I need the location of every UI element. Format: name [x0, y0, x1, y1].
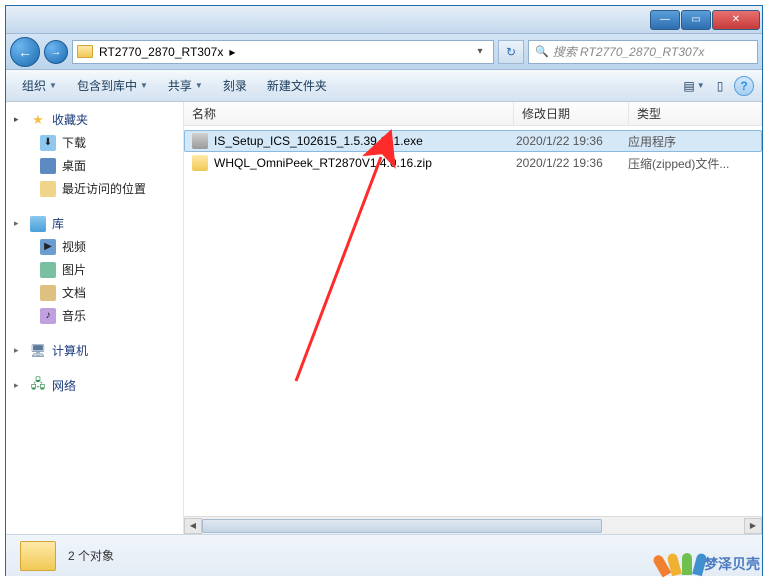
view-options-button[interactable]: ▤▼ [682, 75, 706, 97]
share-menu[interactable]: 共享▼ [160, 74, 211, 97]
path-separator: ▸ [229, 45, 235, 59]
column-name[interactable]: 名称 [184, 102, 514, 125]
titlebar: — ▭ ✕ [6, 6, 762, 34]
music-icon: ♪ [40, 308, 56, 324]
sidebar-item-downloads[interactable]: ⬇下载 [14, 131, 183, 154]
file-type: 压缩(zipped)文件... [628, 155, 762, 172]
folder-icon [20, 541, 56, 571]
column-type[interactable]: 类型 [629, 102, 762, 125]
address-dropdown[interactable]: ▾ [471, 46, 489, 57]
file-date: 2020/1/22 19:36 [516, 156, 628, 170]
document-icon [40, 285, 56, 301]
expand-icon: ▸ [14, 345, 24, 356]
help-button[interactable]: ? [734, 76, 754, 96]
back-button[interactable]: ← [10, 37, 40, 67]
include-in-library-menu[interactable]: 包含到库中▼ [69, 74, 156, 97]
content-pane: 名称 修改日期 类型 IS_Setup_ICS_102615_1.5.39.16… [184, 102, 762, 534]
scroll-thumb[interactable] [202, 519, 602, 533]
item-count-label: 2 个对象 [68, 547, 114, 564]
expand-icon: ▸ [14, 218, 24, 229]
horizontal-scrollbar[interactable]: ◀ ▶ [184, 516, 762, 534]
path-text: RT2770_2870_RT307x [99, 45, 223, 59]
search-input[interactable]: 搜索 RT2770_2870_RT307x [528, 40, 758, 64]
burn-button[interactable]: 刻录 [215, 74, 255, 97]
toolbar: 组织▼ 包含到库中▼ 共享▼ 刻录 新建文件夹 ▤▼ ▯ ? [6, 70, 762, 102]
maximize-button[interactable]: ▭ [681, 10, 711, 30]
file-list[interactable]: IS_Setup_ICS_102615_1.5.39.161.exe2020/1… [184, 126, 762, 178]
expand-icon: ▸ [14, 114, 24, 125]
sidebar-item-documents[interactable]: 文档 [14, 281, 183, 304]
watermark-text: 梦泽贝壳 [704, 554, 760, 574]
explorer-window: — ▭ ✕ ← → RT2770_2870_RT307x ▸ ▾ ↻ 搜索 RT… [5, 5, 763, 576]
new-folder-button[interactable]: 新建文件夹 [259, 74, 335, 97]
organize-menu[interactable]: 组织▼ [14, 74, 65, 97]
scroll-right-button[interactable]: ▶ [744, 518, 762, 534]
details-pane: 2 个对象 [6, 534, 762, 576]
column-date[interactable]: 修改日期 [514, 102, 629, 125]
file-name: IS_Setup_ICS_102615_1.5.39.161.exe [214, 134, 516, 148]
minimize-button[interactable]: — [650, 10, 680, 30]
watermark-logo-icon [662, 553, 702, 575]
sidebar-item-videos[interactable]: ▶视频 [14, 235, 183, 258]
picture-icon [40, 262, 56, 278]
download-icon: ⬇ [40, 135, 56, 151]
body-area: ▸ ★ 收藏夹 ⬇下载 桌面 最近访问的位置 ▸ 库 ▶视频 图片 文档 ♪音乐 [6, 102, 762, 534]
sidebar-computer[interactable]: ▸ 🖥 计算机 [14, 339, 183, 362]
star-icon: ★ [30, 112, 46, 128]
sidebar-favorites[interactable]: ▸ ★ 收藏夹 [14, 108, 183, 131]
navigation-pane[interactable]: ▸ ★ 收藏夹 ⬇下载 桌面 最近访问的位置 ▸ 库 ▶视频 图片 文档 ♪音乐 [6, 102, 184, 534]
sidebar-item-music[interactable]: ♪音乐 [14, 304, 183, 327]
scroll-track[interactable] [202, 518, 744, 534]
file-name: WHQL_OmniPeek_RT2870V1.4.0.16.zip [214, 156, 516, 170]
zip-icon [192, 155, 208, 171]
navigation-bar: ← → RT2770_2870_RT307x ▸ ▾ ↻ 搜索 RT2770_2… [6, 34, 762, 70]
network-icon: 🖧 [30, 378, 46, 394]
sidebar-item-pictures[interactable]: 图片 [14, 258, 183, 281]
address-bar[interactable]: RT2770_2870_RT307x ▸ ▾ [72, 40, 494, 64]
forward-button[interactable]: → [44, 40, 68, 64]
computer-icon: 🖥 [30, 343, 46, 359]
expand-icon: ▸ [14, 380, 24, 391]
recent-icon [40, 181, 56, 197]
search-placeholder: 搜索 RT2770_2870_RT307x [553, 43, 705, 60]
column-headers: 名称 修改日期 类型 [184, 102, 762, 126]
file-type: 应用程序 [628, 133, 761, 150]
sidebar-libraries[interactable]: ▸ 库 [14, 212, 183, 235]
scroll-left-button[interactable]: ◀ [184, 518, 202, 534]
exe-icon [192, 133, 208, 149]
video-icon: ▶ [40, 239, 56, 255]
sidebar-network[interactable]: ▸ 🖧 网络 [14, 374, 183, 397]
preview-pane-button[interactable]: ▯ [708, 75, 732, 97]
folder-icon [77, 45, 93, 58]
watermark: 梦泽贝壳 [662, 553, 760, 575]
desktop-icon [40, 158, 56, 174]
sidebar-item-desktop[interactable]: 桌面 [14, 154, 183, 177]
file-date: 2020/1/22 19:36 [516, 134, 628, 148]
file-row[interactable]: IS_Setup_ICS_102615_1.5.39.161.exe2020/1… [184, 130, 762, 152]
file-row[interactable]: WHQL_OmniPeek_RT2870V1.4.0.16.zip2020/1/… [184, 152, 762, 174]
sidebar-item-recent[interactable]: 最近访问的位置 [14, 177, 183, 200]
close-button[interactable]: ✕ [712, 10, 760, 30]
refresh-button[interactable]: ↻ [498, 40, 524, 64]
library-icon [30, 216, 46, 232]
